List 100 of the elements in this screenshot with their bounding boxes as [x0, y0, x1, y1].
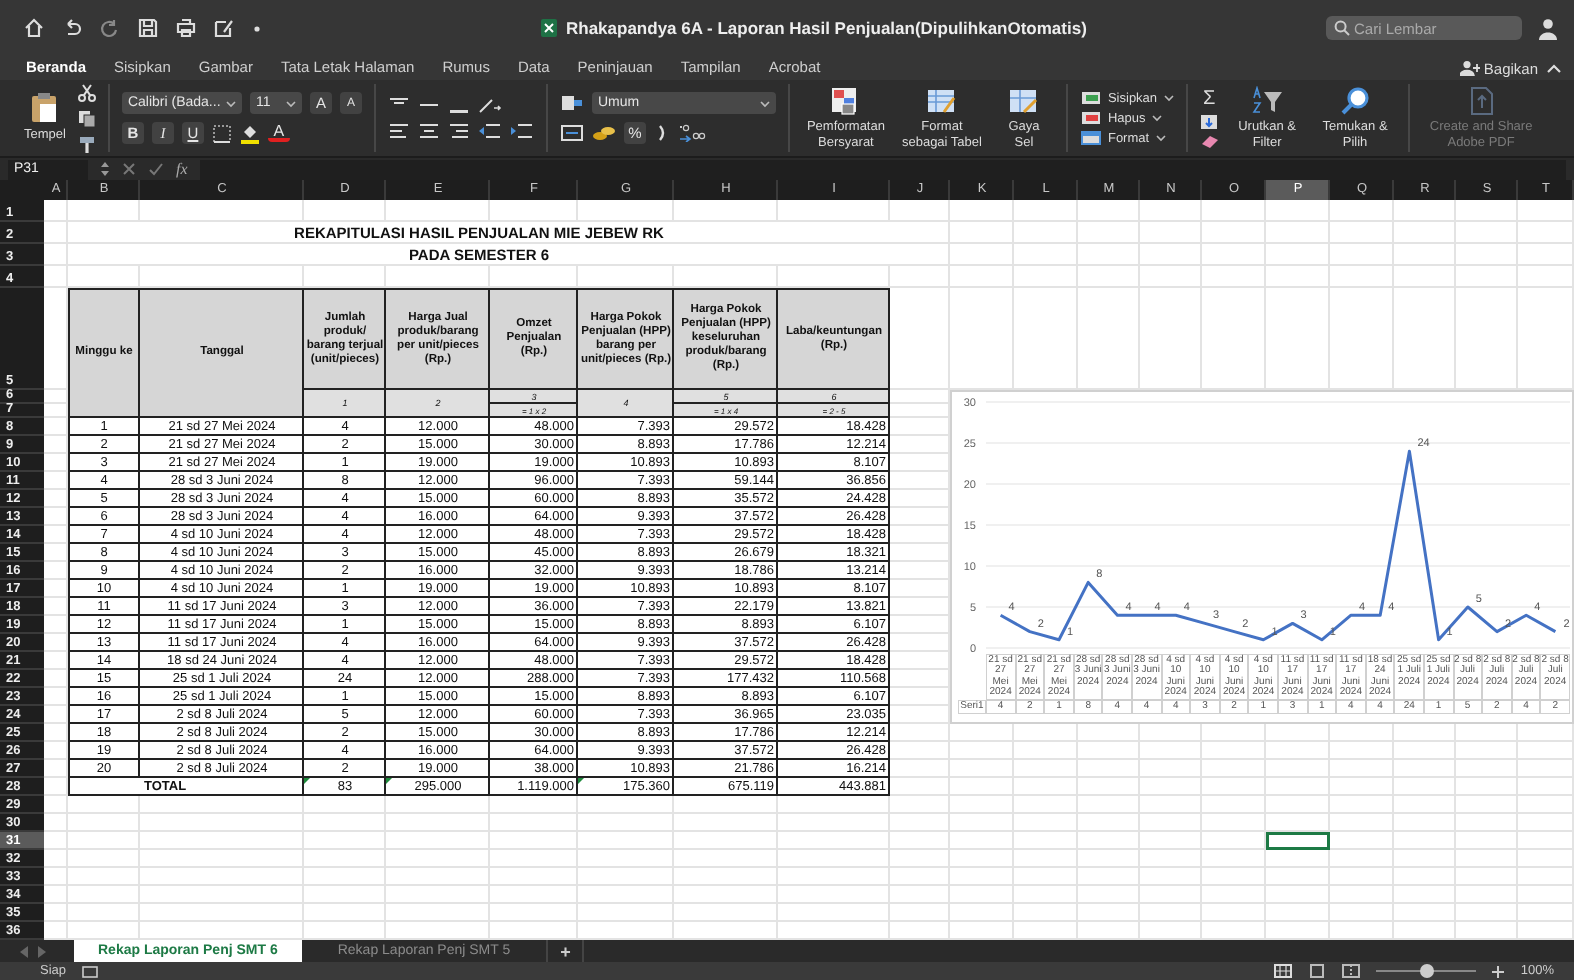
grid-cell[interactable]: [890, 796, 950, 814]
grid-cell[interactable]: [890, 490, 950, 508]
grid-cell[interactable]: [44, 850, 68, 868]
grid-cell[interactable]: [950, 266, 1014, 288]
grid-cell[interactable]: [44, 436, 68, 454]
align-right-icon[interactable]: [447, 122, 470, 140]
grid-cell[interactable]: [44, 200, 68, 222]
grid-cell[interactable]: [950, 886, 1014, 904]
grid-cell[interactable]: [1394, 742, 1456, 760]
grid-cell[interactable]: [1266, 200, 1330, 222]
grid-cell[interactable]: [1202, 922, 1266, 940]
grid-cell[interactable]: [1140, 832, 1202, 850]
grid-cell[interactable]: [386, 814, 490, 832]
grid-cell[interactable]: [1394, 288, 1456, 390]
grid-cell[interactable]: [1202, 244, 1266, 266]
fill-color-icon[interactable]: [239, 123, 260, 143]
grid-cell[interactable]: [1014, 222, 1078, 244]
grid-cell[interactable]: [1394, 266, 1456, 288]
grid-cell[interactable]: [1078, 266, 1140, 288]
grid-cell[interactable]: [1456, 796, 1518, 814]
grid-cell[interactable]: [1266, 778, 1330, 796]
grid-cell[interactable]: [1140, 778, 1202, 796]
align-left-icon[interactable]: [387, 122, 410, 140]
grid-cell[interactable]: [1518, 850, 1574, 868]
page-layout-icon[interactable]: [1308, 964, 1327, 978]
grid-cell[interactable]: [44, 688, 68, 706]
grid-cell[interactable]: [950, 796, 1014, 814]
text-angle-icon[interactable]: [477, 96, 502, 114]
grid-cell[interactable]: [140, 922, 304, 940]
grid-cell[interactable]: [890, 778, 950, 796]
grid-cell[interactable]: [1078, 724, 1140, 742]
grid-cell[interactable]: [890, 742, 950, 760]
grid-cell[interactable]: [44, 832, 68, 850]
grid-cell[interactable]: [778, 850, 890, 868]
grid-cell[interactable]: [1202, 796, 1266, 814]
grid-cell[interactable]: [890, 418, 950, 436]
grid-cell[interactable]: [1140, 760, 1202, 778]
grid-cell[interactable]: [950, 760, 1014, 778]
grid-cell[interactable]: [890, 760, 950, 778]
caret-icon[interactable]: [226, 99, 237, 107]
grid-cell[interactable]: [890, 544, 950, 562]
grid-cell[interactable]: [44, 814, 68, 832]
grid-cell[interactable]: [1330, 724, 1394, 742]
grid-cell[interactable]: [674, 266, 778, 288]
grid-cell[interactable]: [578, 850, 674, 868]
grid-cell[interactable]: [1330, 796, 1394, 814]
grid-cell[interactable]: [1518, 222, 1574, 244]
grid-cell[interactable]: [578, 922, 674, 940]
grid-cell[interactable]: [890, 266, 950, 288]
grid-cell[interactable]: [44, 472, 68, 490]
grid-cell[interactable]: [1202, 904, 1266, 922]
grid-cell[interactable]: [1140, 724, 1202, 742]
user-icon[interactable]: [1538, 17, 1558, 39]
grid-cell[interactable]: [1518, 266, 1574, 288]
grid-cell[interactable]: [44, 404, 68, 418]
grid-cell[interactable]: [950, 288, 1014, 390]
grid-cell[interactable]: [1266, 796, 1330, 814]
home-icon[interactable]: [24, 18, 44, 38]
grid-cell[interactable]: [1140, 266, 1202, 288]
grid-cell[interactable]: [490, 904, 578, 922]
grid-cell[interactable]: [1330, 868, 1394, 886]
grid-cell[interactable]: [386, 850, 490, 868]
grid-cell[interactable]: [1078, 886, 1140, 904]
grid-cell[interactable]: [578, 904, 674, 922]
grid-cell[interactable]: [1266, 244, 1330, 266]
grid-cell[interactable]: [890, 832, 950, 850]
grid-cell[interactable]: [1140, 814, 1202, 832]
grid-cell[interactable]: [304, 850, 386, 868]
grid-cell[interactable]: [778, 904, 890, 922]
grid-cell[interactable]: [1518, 796, 1574, 814]
grid-cell[interactable]: [1014, 288, 1078, 390]
grid-cell[interactable]: [490, 814, 578, 832]
cancel-icon[interactable]: [122, 162, 136, 176]
grid-cell[interactable]: [1202, 814, 1266, 832]
grid-cell[interactable]: [1266, 814, 1330, 832]
grid-cell[interactable]: [1014, 922, 1078, 940]
grid-cell[interactable]: [140, 200, 304, 222]
increase-indent-icon[interactable]: [509, 122, 534, 140]
grid-cell[interactable]: [890, 526, 950, 544]
grid-cell[interactable]: [674, 200, 778, 222]
grid-cell[interactable]: [1518, 288, 1574, 390]
grid-cell[interactable]: [1456, 832, 1518, 850]
grid-cell[interactable]: [1140, 868, 1202, 886]
grid-cell[interactable]: [1266, 886, 1330, 904]
caret-icon[interactable]: [759, 99, 770, 107]
borders-icon[interactable]: [211, 123, 232, 143]
grid-cell[interactable]: [1078, 244, 1140, 266]
fill-down-icon[interactable]: [1199, 114, 1218, 130]
grid-cell[interactable]: [1518, 868, 1574, 886]
grid-cell[interactable]: [1518, 886, 1574, 904]
grid-cell[interactable]: [44, 490, 68, 508]
formula-field[interactable]: [199, 159, 1566, 179]
wrap-text-icon[interactable]: [559, 94, 584, 112]
grid-cell[interactable]: [44, 508, 68, 526]
grid-cell[interactable]: [890, 706, 950, 724]
grid-cell[interactable]: [490, 868, 578, 886]
grid-cell[interactable]: [778, 200, 890, 222]
grid-cell[interactable]: [778, 886, 890, 904]
align-center-icon[interactable]: [417, 122, 440, 140]
grid-cell[interactable]: [1202, 886, 1266, 904]
